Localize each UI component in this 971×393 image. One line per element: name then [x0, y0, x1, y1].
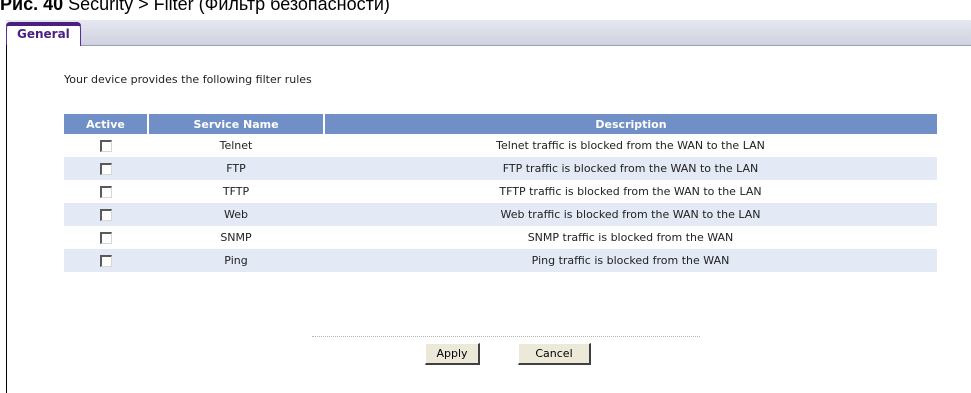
description-cell: SNMP traffic is blocked from the WAN [527, 231, 734, 244]
figure-caption-text: Security > Filter (Фильтр безопасности) [68, 0, 390, 14]
filter-rules-table: Active Service Name Description Telnet T… [64, 114, 937, 272]
active-cell [64, 226, 148, 249]
table-row: Ping Ping traffic is blocked from the WA… [64, 249, 937, 272]
table-row: Telnet Telnet traffic is blocked from th… [64, 134, 937, 157]
table-row: SNMP SNMP traffic is blocked from the WA… [64, 226, 937, 249]
active-checkbox-telnet[interactable] [100, 140, 112, 152]
intro-text: Your device provides the following filte… [64, 73, 312, 86]
description-cell: Web traffic is blocked from the WAN to t… [324, 203, 937, 226]
table-row: TFTP TFTP traffic is blocked from the WA… [64, 180, 937, 203]
active-checkbox-tftp[interactable] [100, 186, 112, 198]
active-checkbox-web[interactable] [100, 209, 112, 221]
table-header-row: Active Service Name Description [64, 114, 937, 134]
table-row: Web Web traffic is blocked from the WAN … [64, 203, 937, 226]
service-name-cell: SNMP [220, 231, 252, 244]
service-name-cell: Telnet [219, 139, 253, 152]
active-cell [64, 157, 148, 180]
table-row: FTP FTP traffic is blocked from the WAN … [64, 157, 937, 180]
service-name-cell: TFTP [222, 185, 250, 198]
active-cell [64, 249, 148, 272]
figure-number: Рис. 40 [0, 0, 64, 14]
apply-button[interactable]: Apply [425, 343, 480, 365]
tab-bar: General [6, 20, 971, 46]
description-cell: Telnet traffic is blocked from the WAN t… [496, 139, 765, 152]
active-cell [64, 180, 148, 203]
cancel-button[interactable]: Cancel [518, 343, 591, 365]
description-cell: Ping traffic is blocked from the WAN [324, 249, 937, 272]
active-cell [64, 134, 148, 157]
service-name-cell: Ping [148, 249, 324, 272]
active-checkbox-ping[interactable] [100, 255, 112, 267]
figure-caption: Рис. 40 Security > Filter (Фильтр безопа… [0, 0, 971, 14]
button-divider [312, 336, 700, 337]
active-cell [64, 203, 148, 226]
tab-general[interactable]: General [6, 22, 81, 46]
description-cell: FTP traffic is blocked from the WAN to t… [324, 157, 937, 180]
service-name-cell: Web [148, 203, 324, 226]
panel-left-border [6, 45, 7, 393]
column-header-service-name: Service Name [148, 114, 325, 134]
active-checkbox-snmp[interactable] [100, 232, 112, 244]
column-header-active: Active [64, 114, 149, 134]
description-cell: TFTP traffic is blocked from the WAN to … [499, 185, 762, 198]
service-name-cell: FTP [148, 157, 324, 180]
column-header-description: Description [324, 114, 937, 134]
active-checkbox-ftp[interactable] [100, 163, 112, 175]
